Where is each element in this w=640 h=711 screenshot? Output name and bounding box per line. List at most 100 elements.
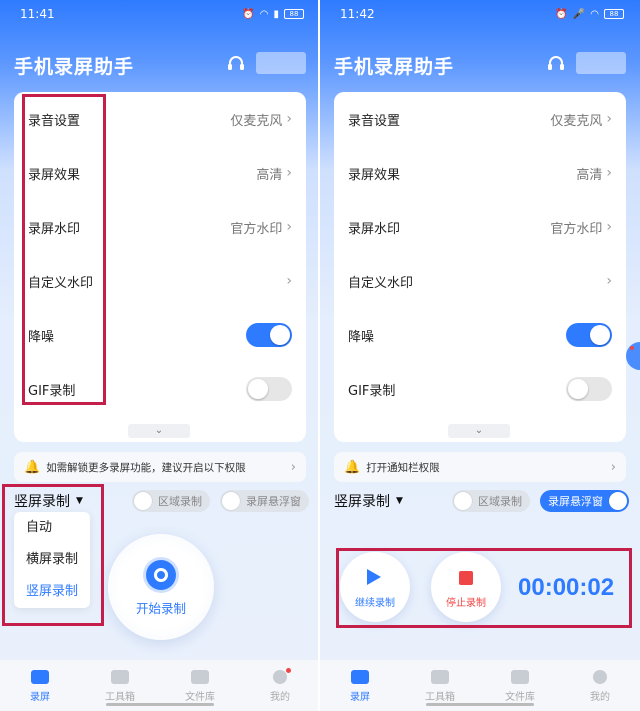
mic-icon: 🎤 — [572, 8, 586, 20]
expand-button[interactable]: ⌄ — [128, 424, 190, 438]
mode-row: 竖屏录制 ▼ 区域录制 录屏悬浮窗 — [334, 490, 630, 512]
setting-value: 高清 — [256, 167, 283, 183]
expand-button[interactable]: ⌄ — [448, 424, 510, 438]
bell-icon: 🔔 — [344, 459, 361, 475]
wifi-icon: ◠ — [590, 8, 599, 20]
dropdown-option-landscape[interactable]: 横屏录制 — [14, 544, 90, 576]
stop-record-button[interactable]: 停止录制 — [431, 552, 501, 622]
record-icon — [146, 560, 176, 590]
alarm-icon: ⏰ — [242, 8, 255, 20]
setting-value: 官方水印 — [550, 221, 603, 237]
setting-label: 录屏效果 — [28, 167, 81, 183]
setting-value: 仅麦克风 — [230, 113, 283, 129]
status-bar: 11:41 ⏰ ◠ ▮ 88 — [20, 6, 304, 22]
setting-value: 仅麦克风 — [550, 113, 603, 129]
noise-toggle[interactable] — [566, 323, 612, 347]
app-title: 手机录屏助手 — [14, 56, 135, 78]
region-record-label: 区域录制 — [478, 495, 522, 508]
tab-label: 工具箱 — [105, 692, 135, 703]
chevron-right-icon: › — [606, 219, 612, 235]
app-title: 手机录屏助手 — [334, 56, 455, 78]
settings-card: 录音设置 仅麦克风 › 录屏效果 高清 › 录屏水印 官方水印 › 自定义水印 › 降… — [14, 92, 306, 442]
mode-select[interactable]: 竖屏录制 ▼ — [334, 491, 403, 511]
status-time: 11:42 — [340, 7, 375, 21]
dropdown-option-portrait[interactable]: 竖屏录制 — [14, 576, 90, 608]
float-window-label: 录屏悬浮窗 — [548, 495, 603, 508]
setting-row-audio[interactable]: 录音设置 仅麦克风 › — [334, 92, 626, 146]
home-indicator — [426, 703, 534, 706]
account-area[interactable] — [576, 52, 626, 74]
user-icon — [593, 670, 607, 684]
headset-icon[interactable] — [226, 54, 246, 74]
start-record-button[interactable]: 开始录制 — [108, 534, 214, 640]
stop-icon — [459, 571, 473, 585]
gif-toggle[interactable] — [246, 377, 292, 401]
phone-screen-right: 11:42 ⏰ 🎤 ◠ 88 手机录屏助手 录音设置 仅麦克风 › 录屏效果 高清… — [320, 0, 640, 711]
setting-row-watermark[interactable]: 录屏水印 官方水印 › — [14, 200, 306, 254]
home-indicator — [106, 703, 214, 706]
signal-icon: ▮ — [273, 8, 279, 20]
mode-row: 竖屏录制 ▼ 区域录制 录屏悬浮窗 — [14, 490, 310, 512]
setting-label: 降噪 — [28, 329, 55, 345]
tab-mine[interactable]: 我的 — [560, 660, 640, 711]
chevron-down-icon: ⌄ — [474, 425, 484, 436]
orientation-dropdown: 自动 横屏录制 竖屏录制 — [14, 512, 90, 608]
tab-label: 工具箱 — [425, 692, 455, 703]
tab-record[interactable]: 录屏 — [0, 660, 80, 711]
chevron-right-icon: › — [286, 273, 292, 289]
setting-row-custom-watermark[interactable]: 自定义水印 › — [14, 254, 306, 308]
chevron-right-icon: › — [290, 459, 296, 475]
float-window-toggle[interactable]: 录屏悬浮窗 — [220, 490, 309, 512]
chevron-down-icon: ⌄ — [154, 425, 164, 436]
notification-dot — [286, 668, 291, 673]
region-record-toggle[interactable]: 区域录制 — [452, 490, 530, 512]
caret-down-icon: ▼ — [76, 496, 83, 506]
chevron-right-icon: › — [286, 111, 292, 127]
setting-row-quality[interactable]: 录屏效果 高清 › — [334, 146, 626, 200]
setting-value: 高清 — [576, 167, 603, 183]
permission-tip[interactable]: 🔔 打开通知栏权限 › — [334, 452, 626, 482]
tab-label: 文件库 — [505, 692, 535, 703]
float-window-toggle[interactable]: 录屏悬浮窗 — [540, 490, 629, 512]
stop-record-label: 停止录制 — [446, 598, 486, 609]
gif-toggle[interactable] — [566, 377, 612, 401]
headset-icon[interactable] — [546, 54, 566, 74]
mode-select[interactable]: 竖屏录制 ▼ — [14, 491, 83, 511]
region-record-label: 区域录制 — [158, 495, 202, 508]
setting-row-noise: 降噪 — [334, 308, 626, 362]
setting-row-audio[interactable]: 录音设置 仅麦克风 › — [14, 92, 306, 146]
phone-screen-left: 11:41 ⏰ ◠ ▮ 88 手机录屏助手 录音设置 仅麦克风 › 录屏效果 高清… — [0, 0, 320, 711]
setting-label: 录屏效果 — [348, 167, 401, 183]
permission-tip[interactable]: 🔔 如需解锁更多录屏功能，建议开启以下权限 › — [14, 452, 306, 482]
status-icons: ⏰ ◠ ▮ 88 — [242, 9, 304, 20]
wifi-icon: ◠ — [259, 8, 269, 20]
region-record-toggle[interactable]: 区域录制 — [132, 490, 210, 512]
record-timer: 00:00:02 — [518, 574, 615, 601]
toolbox-icon — [431, 670, 449, 684]
settings-card: 录音设置 仅麦克风 › 录屏效果 高清 › 录屏水印 官方水印 › 自定义水印 › 降… — [334, 92, 626, 442]
tab-label: 录屏 — [350, 692, 370, 703]
account-area[interactable] — [256, 52, 306, 74]
camera-icon — [31, 670, 49, 684]
chevron-right-icon: › — [286, 219, 292, 235]
tab-record[interactable]: 录屏 — [320, 660, 400, 711]
continue-record-button[interactable]: 继续录制 — [340, 552, 410, 622]
battery-icon: 88 — [604, 9, 624, 19]
chevron-right-icon: › — [606, 273, 612, 289]
setting-label: 自定义水印 — [348, 275, 414, 291]
camera-icon — [351, 670, 369, 684]
setting-row-noise: 降噪 — [14, 308, 306, 362]
setting-row-custom-watermark[interactable]: 自定义水印 › — [334, 254, 626, 308]
tab-mine[interactable]: 我的 — [240, 660, 320, 711]
tab-label: 我的 — [270, 692, 290, 703]
setting-row-gif: GIF录制 — [14, 362, 306, 416]
setting-label: 自定义水印 — [28, 275, 94, 291]
setting-row-watermark[interactable]: 录屏水印 官方水印 › — [334, 200, 626, 254]
setting-row-quality[interactable]: 录屏效果 高清 › — [14, 146, 306, 200]
setting-label: 降噪 — [348, 329, 375, 345]
noise-toggle[interactable] — [246, 323, 292, 347]
dropdown-option-auto[interactable]: 自动 — [14, 512, 90, 544]
folder-icon — [191, 670, 209, 684]
play-icon — [367, 569, 381, 585]
start-record-label: 开始录制 — [135, 601, 186, 616]
